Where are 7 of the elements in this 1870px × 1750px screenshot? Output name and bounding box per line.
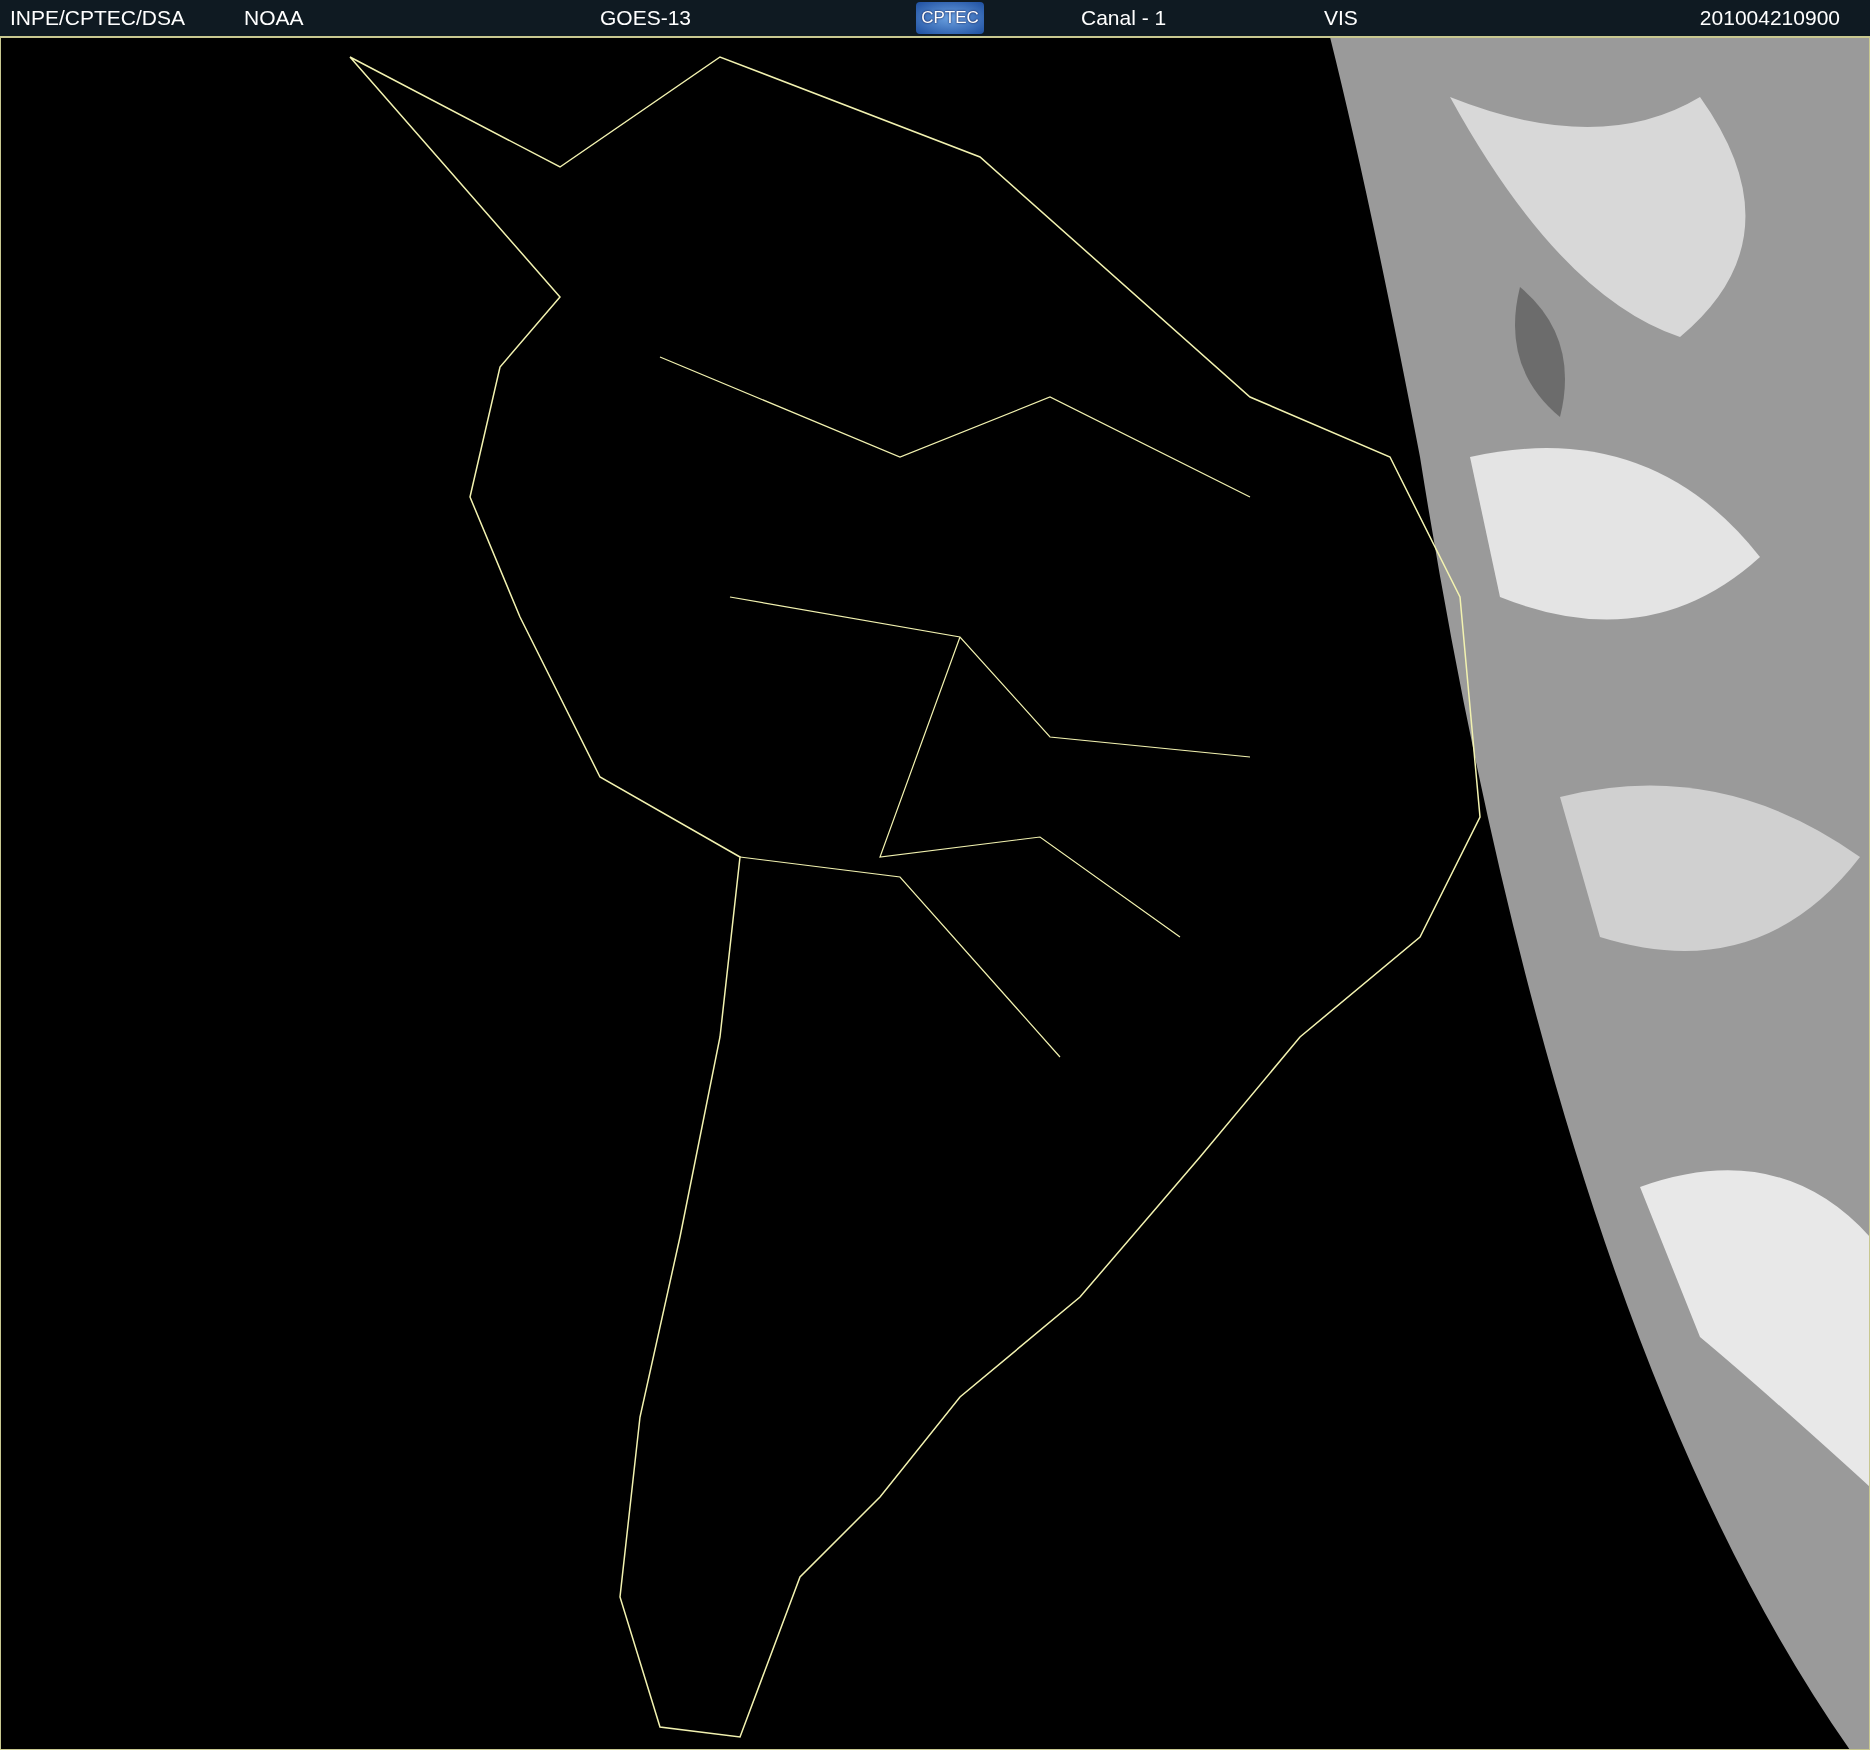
timestamp-label: 201004210900: [1699, 6, 1841, 30]
logo: CPTEC: [916, 2, 984, 34]
band-label: VIS: [1324, 6, 1359, 30]
satellite-label: GOES-13: [600, 6, 693, 30]
channel-label: Canal - 1: [1081, 6, 1168, 30]
source-label: INPE/CPTEC/DSA: [10, 6, 187, 30]
agency-label: NOAA: [244, 6, 305, 30]
